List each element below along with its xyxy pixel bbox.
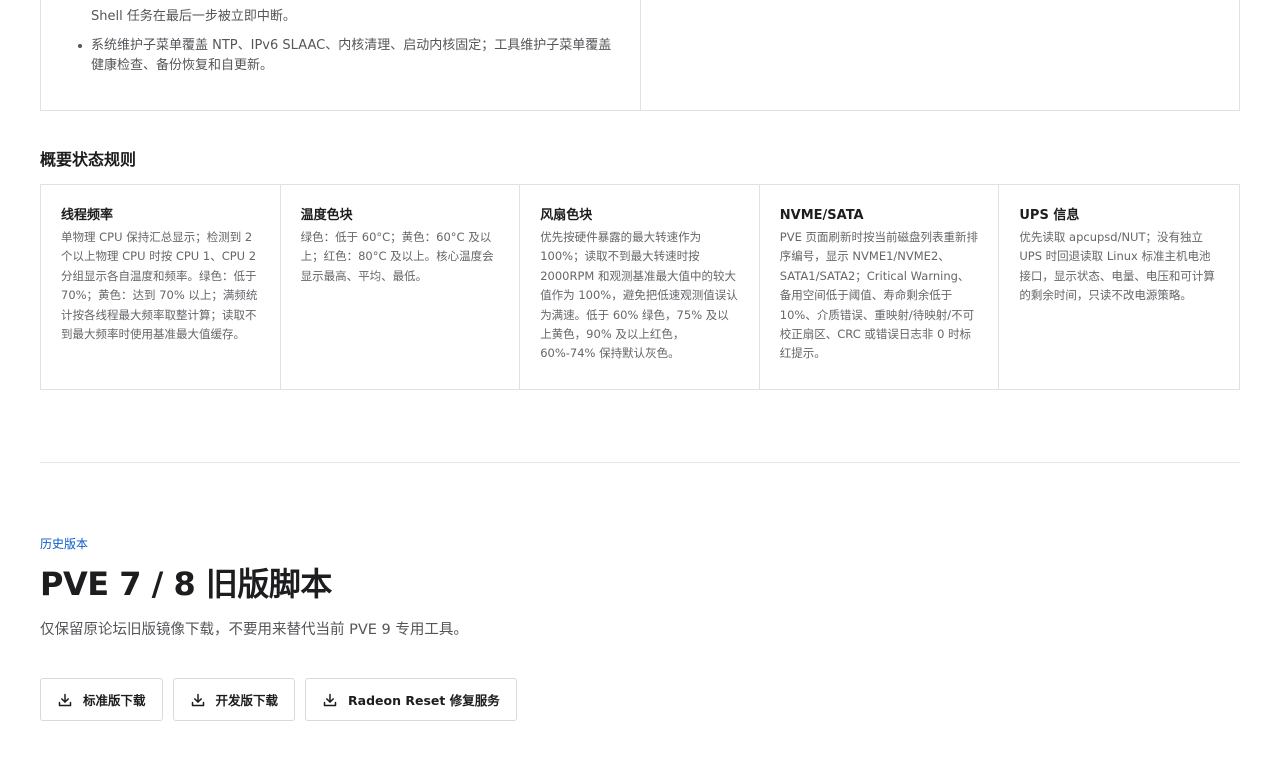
rule-card-desc: 优先读取 apcupsd/NUT；没有独立 UPS 时回退读取 Linux 标准… <box>1019 230 1215 303</box>
rule-card-desc: 优先按硬件暴露的最大转速作为 100%；读取不到最大转速时按 2000RPM 和… <box>540 230 738 361</box>
download-icon <box>190 692 206 708</box>
rule-card-desc: PVE 页面刷新时按当前磁盘列表重新排序编号，显示 NVME1/NVME2、SA… <box>779 230 979 361</box>
legacy-title: PVE 7 / 8 旧版脚本 <box>40 565 332 603</box>
button-label: 标准版下载 <box>83 693 146 708</box>
button-label: 开发版下载 <box>215 693 279 708</box>
rule-card-title: UPS 信息 <box>1019 208 1080 223</box>
rule-card-desc: 单物理 CPU 保持汇总显示；检测到 2 个以上物理 CPU 时按 CPU 1、… <box>61 230 258 342</box>
features-panel: Shell 任务在最后一步被立即中断。 系统维护子菜单覆盖 NTP、IPv6 S… <box>40 0 1240 111</box>
standard-download-button[interactable]: 标准版下载 <box>40 678 163 721</box>
rules-grid: 线程频率 单物理 CPU 保持汇总显示；检测到 2 个以上物理 CPU 时按 C… <box>40 184 1240 390</box>
legacy-eyebrow: 历史版本 <box>40 537 89 551</box>
legacy-download-buttons: 标准版下载 开发版下载 Radeon Reset 修复服务 <box>40 678 517 721</box>
legacy-subtitle: 仅保留原论坛旧版镜像下载，不要用来替代当前 PVE 9 专用工具。 <box>40 622 468 638</box>
rule-card-title: 线程频率 <box>61 208 114 223</box>
rules-section-title: 概要状态规则 <box>40 150 137 169</box>
features-list: 系统维护子菜单覆盖 NTP、IPv6 SLAAC、内核清理、启动内核固定；工具维… <box>78 36 621 76</box>
section-divider <box>40 462 1240 463</box>
features-panel-left: Shell 任务在最后一步被立即中断。 系统维护子菜单覆盖 NTP、IPv6 S… <box>41 0 641 110</box>
features-list-item: 系统维护子菜单覆盖 NTP、IPv6 SLAAC、内核清理、启动内核固定；工具维… <box>78 36 621 76</box>
rule-card-title: 风扇色块 <box>540 208 593 223</box>
rule-card-thread-frequency: 线程频率 单物理 CPU 保持汇总显示；检测到 2 个以上物理 CPU 时按 C… <box>41 185 281 389</box>
features-panel-right <box>641 0 1239 110</box>
button-label: Radeon Reset 修复服务 <box>348 693 500 708</box>
rule-card-desc: 绿色：低于 60°C；黄色：60°C 及以上；红色：80°C 及以上。核心温度会… <box>300 230 494 283</box>
radeon-reset-download-button[interactable]: Radeon Reset 修复服务 <box>305 678 517 721</box>
rule-card-ups: UPS 信息 优先读取 apcupsd/NUT；没有独立 UPS 时回退读取 L… <box>999 185 1239 389</box>
download-icon <box>322 692 338 708</box>
features-partial-line: Shell 任务在最后一步被立即中断。 <box>91 9 296 24</box>
rule-card-title: 温度色块 <box>300 208 353 223</box>
dev-download-button[interactable]: 开发版下载 <box>172 678 296 721</box>
rule-card-title: NVME/SATA <box>779 208 864 223</box>
rule-card-fan: 风扇色块 优先按硬件暴露的最大转速作为 100%；读取不到最大转速时按 2000… <box>520 185 760 389</box>
rule-card-temperature: 温度色块 绿色：低于 60°C；黄色：60°C 及以上；红色：80°C 及以上。… <box>281 185 521 389</box>
rule-card-nvme-sata: NVME/SATA PVE 页面刷新时按当前磁盘列表重新排序编号，显示 NVME… <box>760 185 1000 389</box>
download-icon <box>57 692 73 708</box>
